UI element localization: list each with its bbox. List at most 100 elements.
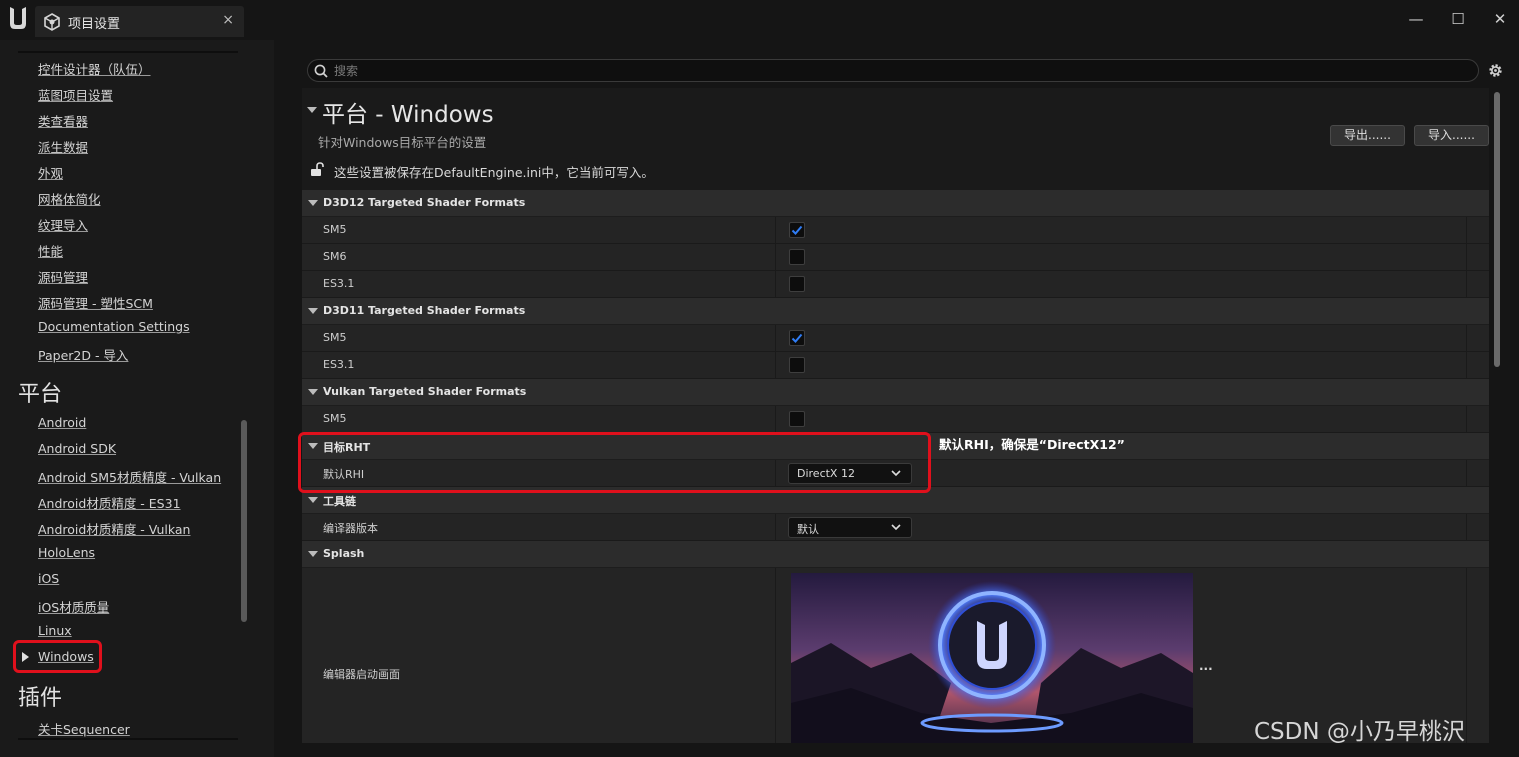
sidebar-item[interactable]: 蓝图项目设置	[38, 85, 113, 104]
property-label: SM5	[323, 412, 347, 425]
sidebar-top-divider	[18, 51, 238, 53]
sidebar-item[interactable]: Android SM5材质精度 - Vulkan	[38, 467, 221, 486]
category-title: Vulkan Targeted Shader Formats	[323, 385, 527, 398]
property-row: SM5	[302, 406, 1489, 433]
collapse-arrow-icon[interactable]	[307, 107, 317, 113]
property-label: 编译器版本	[323, 522, 378, 535]
category-d3d12[interactable]: D3D12 Targeted Shader Formats	[302, 190, 1489, 217]
sidebar-item[interactable]: 关卡Sequencer	[38, 719, 130, 738]
expand-arrow-icon	[308, 200, 318, 206]
sidebar-item[interactable]: Android材质精度 - ES31	[38, 493, 181, 512]
project-settings-window: 项目设置 × — ☐ ✕ 控件设计器（队伍） 蓝图项目设置 类查看器 派生数据 …	[0, 0, 1519, 757]
expand-arrow-icon	[308, 389, 318, 395]
more-options-icon[interactable]: ···	[1199, 662, 1213, 676]
sidebar-item[interactable]: 网格体简化	[38, 189, 101, 208]
property-label: 编辑器启动画面	[323, 668, 400, 681]
splitter[interactable]	[274, 40, 302, 757]
checkbox-d3d11-es31[interactable]	[789, 357, 805, 373]
sidebar-section-plugins: 插件	[18, 686, 63, 711]
column-divider	[1466, 352, 1467, 378]
unreal-logo-icon	[10, 7, 26, 29]
gear-icon[interactable]	[1487, 62, 1504, 79]
close-window-icon[interactable]: ✕	[1488, 8, 1512, 32]
column-divider[interactable]	[775, 325, 776, 351]
expand-arrow-icon	[308, 551, 318, 557]
sidebar-item[interactable]: 派生数据	[38, 137, 88, 156]
sidebar-item[interactable]: 控件设计器（队伍）	[38, 59, 151, 78]
sidebar-scrollbar[interactable]	[241, 420, 247, 622]
property-row: ES3.1	[302, 271, 1489, 298]
settings-cube-icon	[44, 13, 60, 31]
column-divider[interactable]	[775, 514, 776, 540]
close-tab-icon[interactable]: ×	[222, 12, 234, 28]
sidebar-item-hololens[interactable]: HoloLens	[38, 545, 95, 560]
column-divider	[1466, 514, 1467, 540]
property-row: SM6	[302, 244, 1489, 271]
tab-title: 项目设置	[68, 17, 121, 32]
import-button[interactable]: 导入......	[1414, 125, 1489, 146]
column-divider[interactable]	[775, 406, 776, 432]
page-subtitle: 针对Windows目标平台的设置	[318, 135, 487, 150]
minimize-icon[interactable]: —	[1404, 8, 1428, 32]
sidebar-item-android-sdk[interactable]: Android SDK	[38, 441, 116, 456]
sidebar-item[interactable]: 类查看器	[38, 111, 88, 130]
property-row: ES3.1	[302, 352, 1489, 379]
details-scrollbar[interactable]	[1494, 92, 1500, 367]
checkbox-d3d12-sm6[interactable]	[789, 249, 805, 265]
maximize-icon[interactable]: ☐	[1446, 8, 1470, 32]
checkbox-vulkan-sm5[interactable]	[789, 411, 805, 427]
column-divider[interactable]	[775, 352, 776, 378]
category-title: Splash	[323, 547, 365, 560]
checkbox-d3d12-sm5[interactable]	[789, 222, 805, 238]
sidebar-item[interactable]: 性能	[38, 241, 63, 260]
checkbox-d3d12-es31[interactable]	[789, 276, 805, 292]
highlight-windows-box	[13, 640, 102, 673]
column-divider	[1466, 460, 1467, 486]
sidebar-item[interactable]: Paper2D - 导入	[38, 345, 128, 364]
chevron-down-icon	[891, 524, 901, 531]
checkbox-d3d11-sm5[interactable]	[789, 330, 805, 346]
editor-splash-image[interactable]	[791, 573, 1193, 743]
check-mark-icon	[791, 225, 803, 235]
platform-header: 平台 - Windows 针对Windows目标平台的设置 这些设置被保存在De…	[302, 88, 1489, 190]
expand-arrow-icon	[308, 497, 318, 503]
sidebar-item[interactable]: 源码管理 - 塑性SCM	[38, 293, 153, 312]
column-divider[interactable]	[775, 568, 776, 743]
title-bar: 项目设置 × — ☐ ✕	[0, 0, 1519, 40]
annotation-text: 默认RHI，确保是“DirectX12”	[939, 437, 1125, 452]
property-row: SM5	[302, 325, 1489, 352]
sidebar-item-android[interactable]: Android	[38, 415, 86, 430]
column-divider[interactable]	[775, 217, 776, 243]
search-icon	[314, 64, 328, 78]
property-label: SM5	[323, 223, 347, 236]
sidebar-item[interactable]: iOS材质质量	[38, 597, 109, 616]
search-input[interactable]	[334, 61, 1434, 81]
sidebar-item[interactable]: 外观	[38, 163, 63, 182]
category-vulkan[interactable]: Vulkan Targeted Shader Formats	[302, 379, 1489, 406]
export-button[interactable]: 导出......	[1330, 125, 1405, 146]
sidebar-item[interactable]: Android材质精度 - Vulkan	[38, 519, 190, 538]
property-label: ES3.1	[323, 277, 355, 290]
config-file-note: 这些设置被保存在DefaultEngine.ini中，它当前可写入。	[334, 165, 654, 180]
column-divider[interactable]	[775, 244, 776, 270]
highlight-rhi-box	[298, 432, 931, 493]
sidebar-item-linux[interactable]: Linux	[38, 623, 72, 638]
property-row: SM5	[302, 217, 1489, 244]
sidebar-item-ios[interactable]: iOS	[38, 571, 59, 586]
category-d3d11[interactable]: D3D11 Targeted Shader Formats	[302, 298, 1489, 325]
sidebar-item[interactable]: 源码管理	[38, 267, 88, 286]
check-mark-icon	[791, 333, 803, 343]
watermark-text: CSDN @小乃早桃沢	[1254, 719, 1465, 745]
column-divider	[1466, 271, 1467, 297]
column-divider	[1466, 325, 1467, 351]
category-title: D3D12 Targeted Shader Formats	[323, 196, 526, 209]
category-splash[interactable]: Splash	[302, 541, 1489, 568]
sidebar-item[interactable]: Documentation Settings	[38, 319, 190, 334]
column-divider	[1466, 244, 1467, 270]
category-title: D3D11 Targeted Shader Formats	[323, 304, 526, 317]
column-divider[interactable]	[775, 271, 776, 297]
tab-project-settings[interactable]: 项目设置 ×	[35, 6, 244, 37]
column-divider	[1466, 568, 1467, 743]
compiler-version-dropdown[interactable]: 默认	[788, 517, 912, 538]
sidebar-item[interactable]: 纹理导入	[38, 215, 88, 234]
